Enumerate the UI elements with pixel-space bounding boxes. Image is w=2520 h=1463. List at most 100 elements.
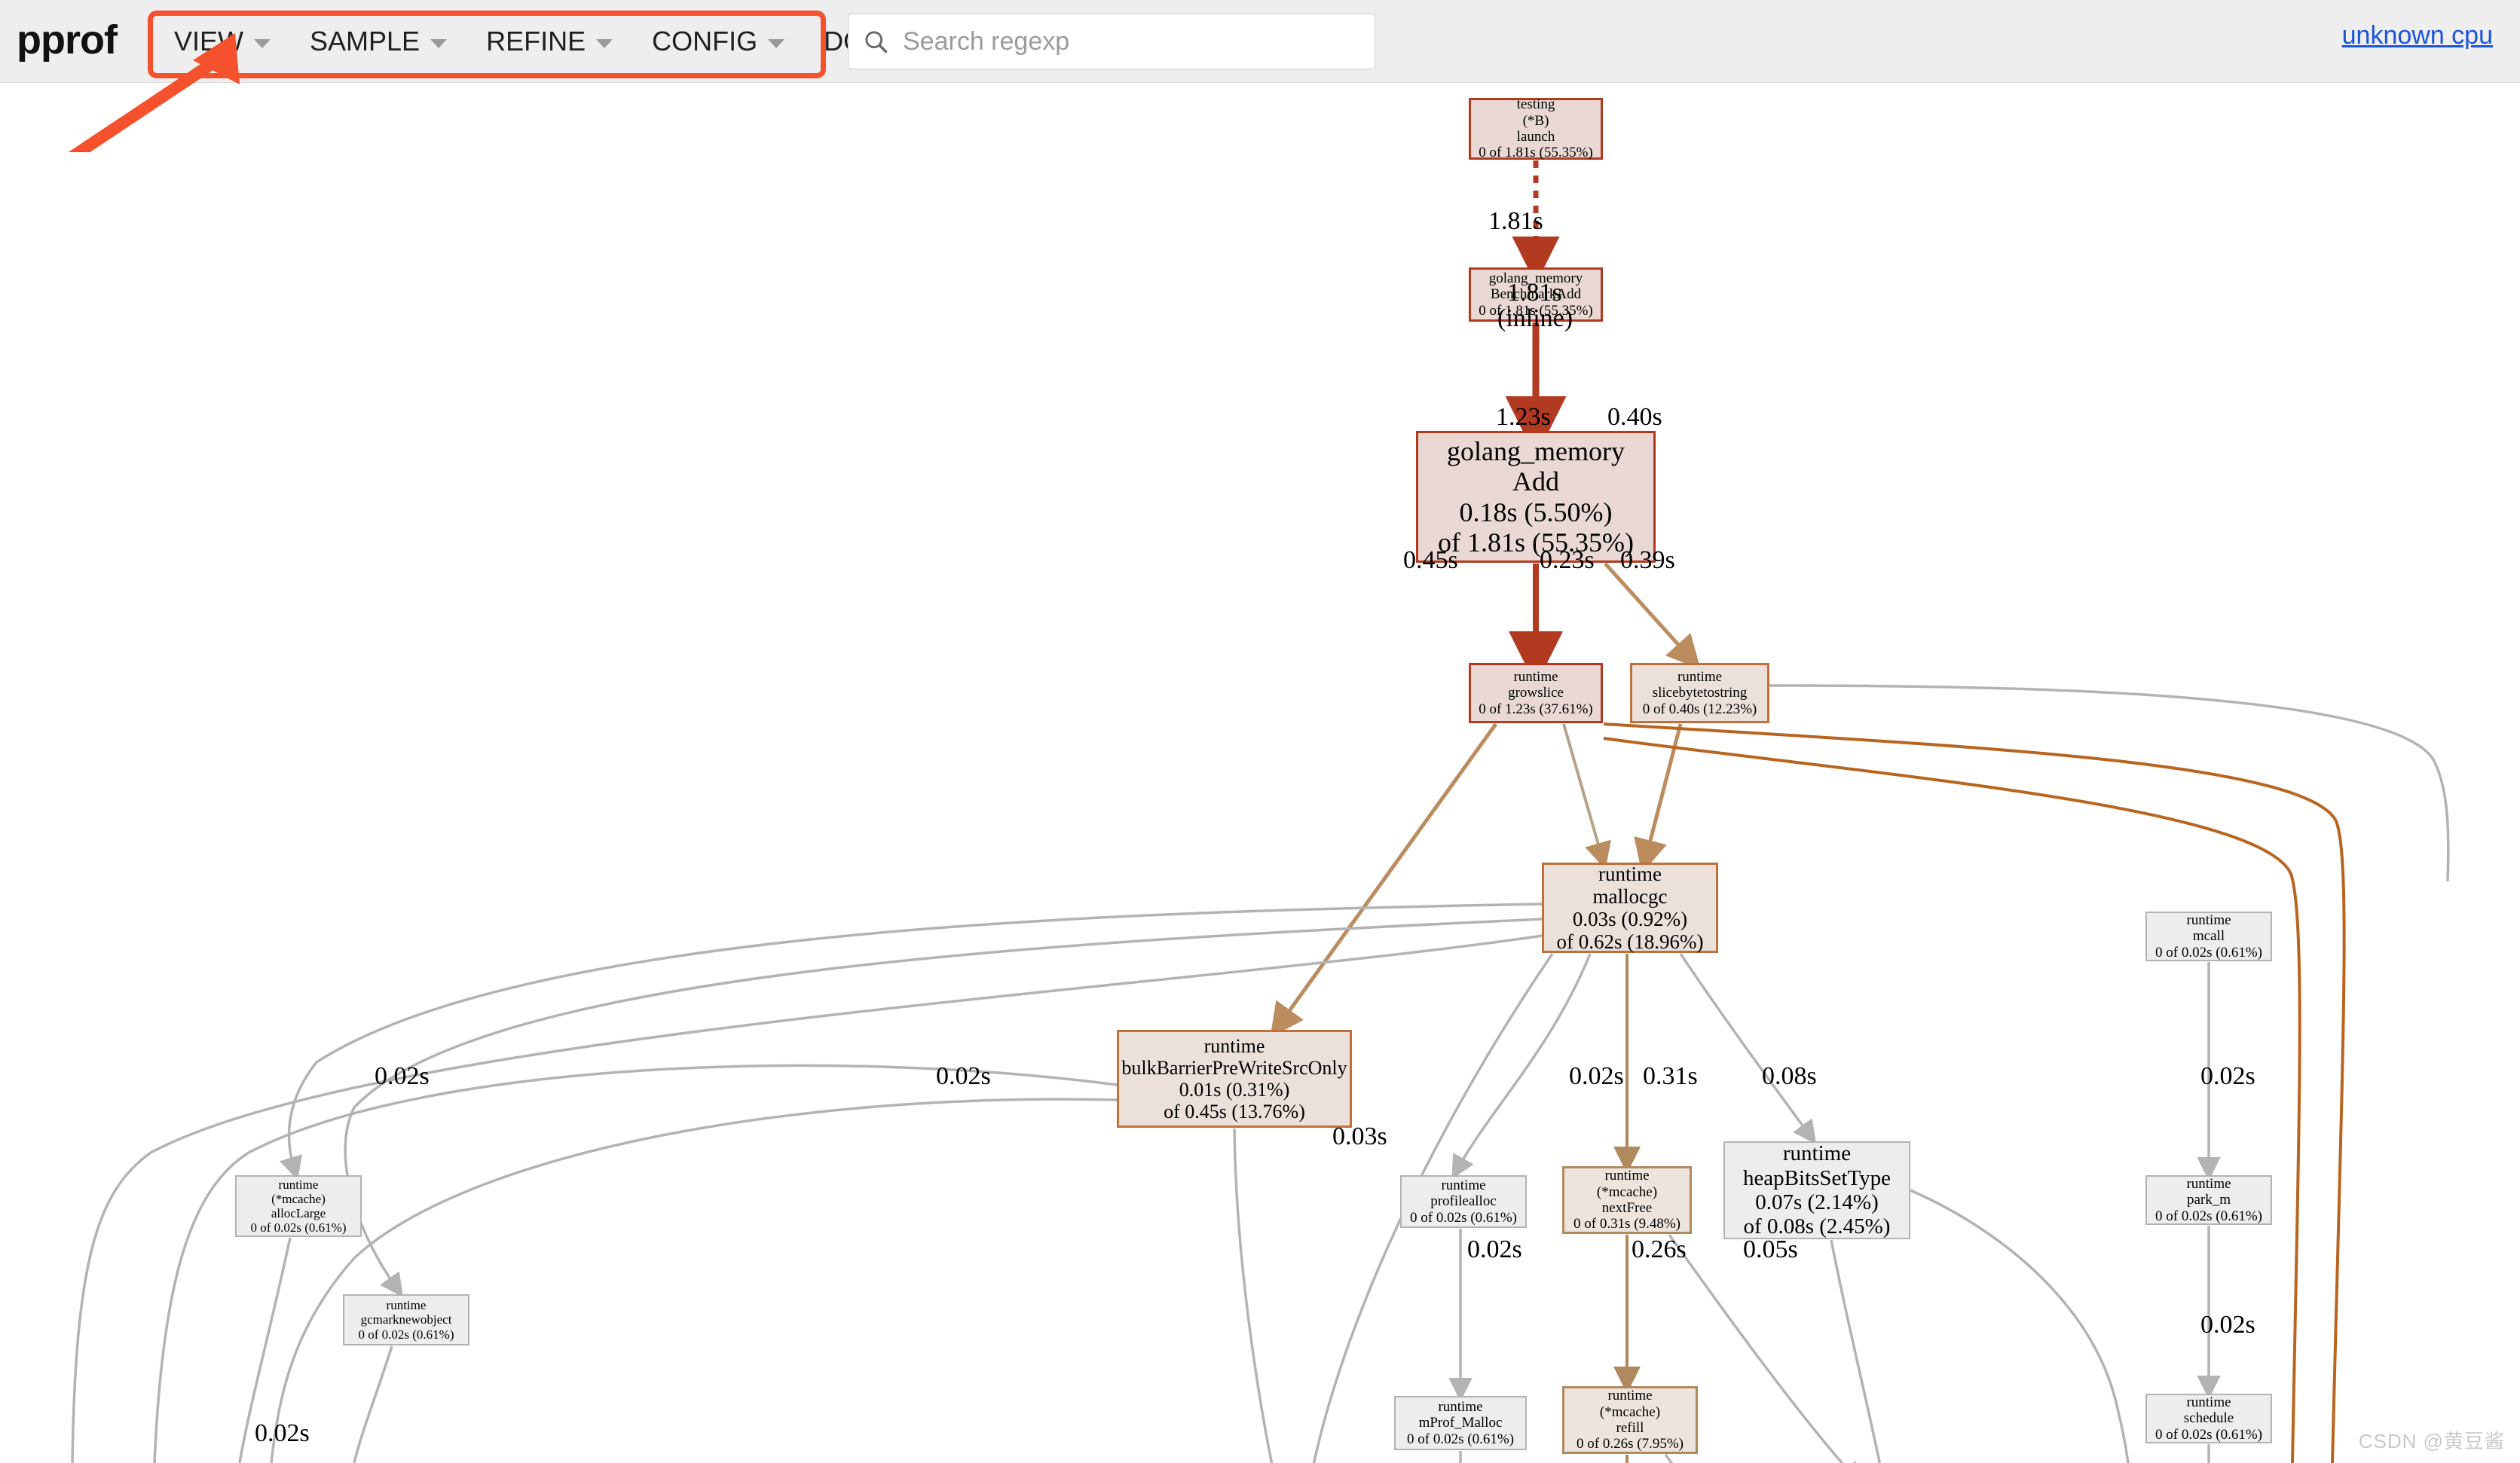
graph-node-line: runtime: [2186, 1176, 2231, 1193]
graph-node-line: 0 of 0.40s (12.23%): [1642, 701, 1757, 717]
chevron-down-icon: [768, 39, 785, 48]
edge-label-e-benchmark-add-1: 1.81s: [1507, 279, 1562, 307]
graph-node-line: 0 of 1.81s (55.35%): [1479, 145, 1593, 161]
graph-node-line: slicebytetostring: [1652, 685, 1748, 701]
edge-label-e-left-002-c: 0.02s: [255, 1419, 310, 1447]
edge-label-e-mallocgc-profilealloc: 0.02s: [1569, 1062, 1624, 1090]
graph-node-line: 0 of 0.02s (0.61%): [2155, 944, 2262, 961]
graph-node-line: testing: [1516, 96, 1555, 113]
graph-node-line: runtime: [2186, 1394, 2231, 1411]
graph-node-line: 0 of 0.31s (9.48%): [1573, 1216, 1681, 1232]
graph-node-line: 0.01s (0.31%): [1179, 1079, 1290, 1101]
graph-node-line: allocLarge: [271, 1206, 326, 1220]
edge-label-e-bulk-003: 0.03s: [1332, 1122, 1387, 1150]
edge-label-e-growslice-bulkbarrier: 0.45s: [1403, 546, 1458, 574]
graph-node-line: runtime: [1203, 1034, 1265, 1057]
graph-node-line: launch: [1516, 129, 1555, 145]
graph-node-line: runtime: [1598, 862, 1662, 885]
edge-label-e-heapbits-005: 0.05s: [1743, 1235, 1798, 1263]
graph-node-line: heapBitsSetType: [1742, 1165, 1892, 1190]
edge-label-e-profilealloc-mprof: 0.02s: [1467, 1235, 1522, 1263]
graph-node-line: runtime: [278, 1177, 319, 1192]
graph-node-line: 0 of 0.26s (7.95%): [1577, 1436, 1684, 1452]
graph-node-golang-memory-add[interactable]: golang_memory Add 0.18s (5.50%) of 1.81s (5…: [1416, 431, 1656, 563]
graph-node-line: 0 of 0.02s (0.61%): [2155, 1426, 2262, 1443]
menu-view[interactable]: VIEW: [154, 14, 290, 69]
edge-label-e-mallocgc-heapbits: 0.08s: [1762, 1062, 1817, 1090]
graph-node-runtime-mcall[interactable]: runtime mcall 0 of 0.02s (0.61%): [2145, 912, 2272, 961]
graph-node-line: runtime: [1441, 1177, 1486, 1194]
pprof-page: pprof VIEW SAMPLE REFINE CONFIG DOWNLOAD: [0, 0, 2520, 1463]
graph-node-runtime-slicebytetostring[interactable]: runtime slicebytetostring 0 of 0.40s (12.2…: [1630, 663, 1769, 723]
graph-node-line: 0 of 0.02s (0.61%): [358, 1327, 454, 1342]
graph-node-line: Add: [1512, 466, 1559, 497]
graph-node-line: 0 of 0.02s (0.61%): [1410, 1209, 1517, 1226]
graph-node-line: runtime: [2186, 912, 2231, 929]
edge-label-e-add-slicebytetostring: 0.40s: [1607, 403, 1662, 431]
chevron-down-icon: [430, 39, 448, 48]
graph-node-runtime-profilealloc[interactable]: runtime profilealloc 0 of 0.02s (0.61%): [1400, 1175, 1527, 1228]
search-input[interactable]: [901, 26, 1361, 57]
chevron-down-icon: [596, 39, 613, 48]
graph-node-line: 0 of 0.02s (0.61%): [1407, 1431, 1514, 1447]
search-icon: [865, 31, 888, 53]
graph-node-line: runtime: [1604, 1168, 1650, 1184]
graph-node-line: park_m: [2186, 1192, 2231, 1208]
edge-label-e-nextfree-refill: 0.26s: [1632, 1235, 1687, 1263]
edge-label-e-mallocgc-nextfree: 0.31s: [1643, 1062, 1698, 1090]
graph-node-runtime-mcache-refill[interactable]: runtime (*mcache) refill 0 of 0.26s (7.95%): [1562, 1386, 1698, 1454]
graph-node-line: 0.03s (0.92%): [1572, 908, 1688, 930]
menu-refine[interactable]: REFINE: [466, 14, 632, 69]
edge-label-e-left-002-a: 0.02s: [375, 1062, 430, 1090]
edge-label-e-add-growslice: 1.23s: [1496, 403, 1551, 431]
callgraph-canvas: testing (*B) launch 0 of 1.81s (55.35%) gola…: [0, 83, 2520, 1463]
menu-refine-label: REFINE: [486, 26, 586, 57]
menu-config-label: CONFIG: [652, 26, 758, 57]
graph-node-runtime-heapbitssettype[interactable]: runtime heapBitsSetType 0.07s (2.14%) of 0.…: [1723, 1141, 1910, 1239]
app-logo: pprof: [17, 17, 118, 63]
graph-node-line: of 0.62s (18.96%): [1556, 930, 1704, 954]
graph-node-line: mProf_Malloc: [1418, 1415, 1503, 1431]
graph-node-runtime-mallocgc[interactable]: runtime mallocgc 0.03s (0.92%) of 0.62s (18…: [1542, 863, 1718, 953]
graph-node-line: of 1.81s (55.35%): [1438, 527, 1634, 557]
callgraph-edges: [71, 160, 2450, 1463]
graph-node-line: 0 of 1.23s (37.61%): [1479, 701, 1593, 717]
menu-sample[interactable]: SAMPLE: [290, 14, 466, 69]
graph-node-line: profilealloc: [1430, 1193, 1497, 1210]
menu-view-label: VIEW: [174, 26, 244, 57]
graph-node-line: runtime: [1782, 1141, 1852, 1166]
graph-node-runtime-mcache-alloclarge[interactable]: runtime (*mcache) allocLarge 0 of 0.02s (0.…: [235, 1175, 362, 1237]
graph-node-runtime-mprof-malloc[interactable]: runtime mProf_Malloc 0 of 0.02s (0.61%): [1394, 1396, 1527, 1450]
graph-node-line: (*mcache): [1599, 1403, 1661, 1420]
watermark: CSDN @黄豆酱: [2358, 1430, 2505, 1452]
menu-config[interactable]: CONFIG: [632, 14, 804, 69]
graph-node-line: runtime: [1607, 1388, 1653, 1404]
graph-node-testing-launch[interactable]: testing (*B) launch 0 of 1.81s (55.35%): [1469, 96, 1603, 161]
graph-node-line: runtime: [1677, 669, 1723, 686]
graph-node-line: growslice: [1508, 685, 1564, 701]
cpu-info-link[interactable]: unknown cpu: [2342, 21, 2493, 50]
graph-node-line: 0.18s (5.50%): [1459, 496, 1613, 527]
search-box[interactable]: [848, 14, 1375, 69]
graph-node-line: (*B): [1522, 112, 1549, 129]
graph-node-runtime-growslice[interactable]: runtime growslice 0 of 1.23s (37.61%): [1469, 663, 1603, 723]
edge-label-e-left-002-b: 0.02s: [936, 1062, 991, 1090]
graph-node-line: mallocgc: [1592, 884, 1668, 908]
edge-label-e-slicebytetostring-mallocgc: 0.39s: [1620, 546, 1675, 574]
edge-label-e-growslice-mallocgc: 0.23s: [1540, 546, 1595, 574]
graph-node-line: 0 of 0.02s (0.61%): [2155, 1208, 2262, 1224]
graph-node-runtime-mcache-nextfree[interactable]: runtime (*mcache) nextFree 0 of 0.31s (9.48…: [1562, 1166, 1692, 1234]
graph-node-line: runtime: [386, 1298, 427, 1313]
graph-node-line: runtime: [1513, 669, 1558, 686]
graph-node-line: bulkBarrierPreWriteSrcOnly: [1121, 1056, 1347, 1079]
graph-node-runtime-gcmarknewobject[interactable]: runtime gcmarknewobject 0 of 0.02s (0.61%): [343, 1294, 469, 1345]
graph-node-line: nextFree: [1601, 1200, 1653, 1216]
edge-label-e-park-schedule: 0.02s: [2200, 1311, 2255, 1339]
graph-node-line: mcall: [2192, 928, 2225, 945]
graph-node-line: golang_memory: [1447, 435, 1625, 466]
graph-node-runtime-bulkbarrier[interactable]: runtime bulkBarrierPreWriteSrcOnly 0.01s (…: [1117, 1030, 1352, 1128]
graph-node-runtime-park-m[interactable]: runtime park_m 0 of 0.02s (0.61%): [2145, 1175, 2272, 1225]
graph-node-line: gcmarknewobject: [360, 1312, 452, 1327]
edge-label-e-launch-benchmark: 1.81s: [1488, 207, 1543, 235]
graph-node-runtime-schedule[interactable]: runtime schedule 0 of 0.02s (0.61%): [2145, 1394, 2272, 1443]
